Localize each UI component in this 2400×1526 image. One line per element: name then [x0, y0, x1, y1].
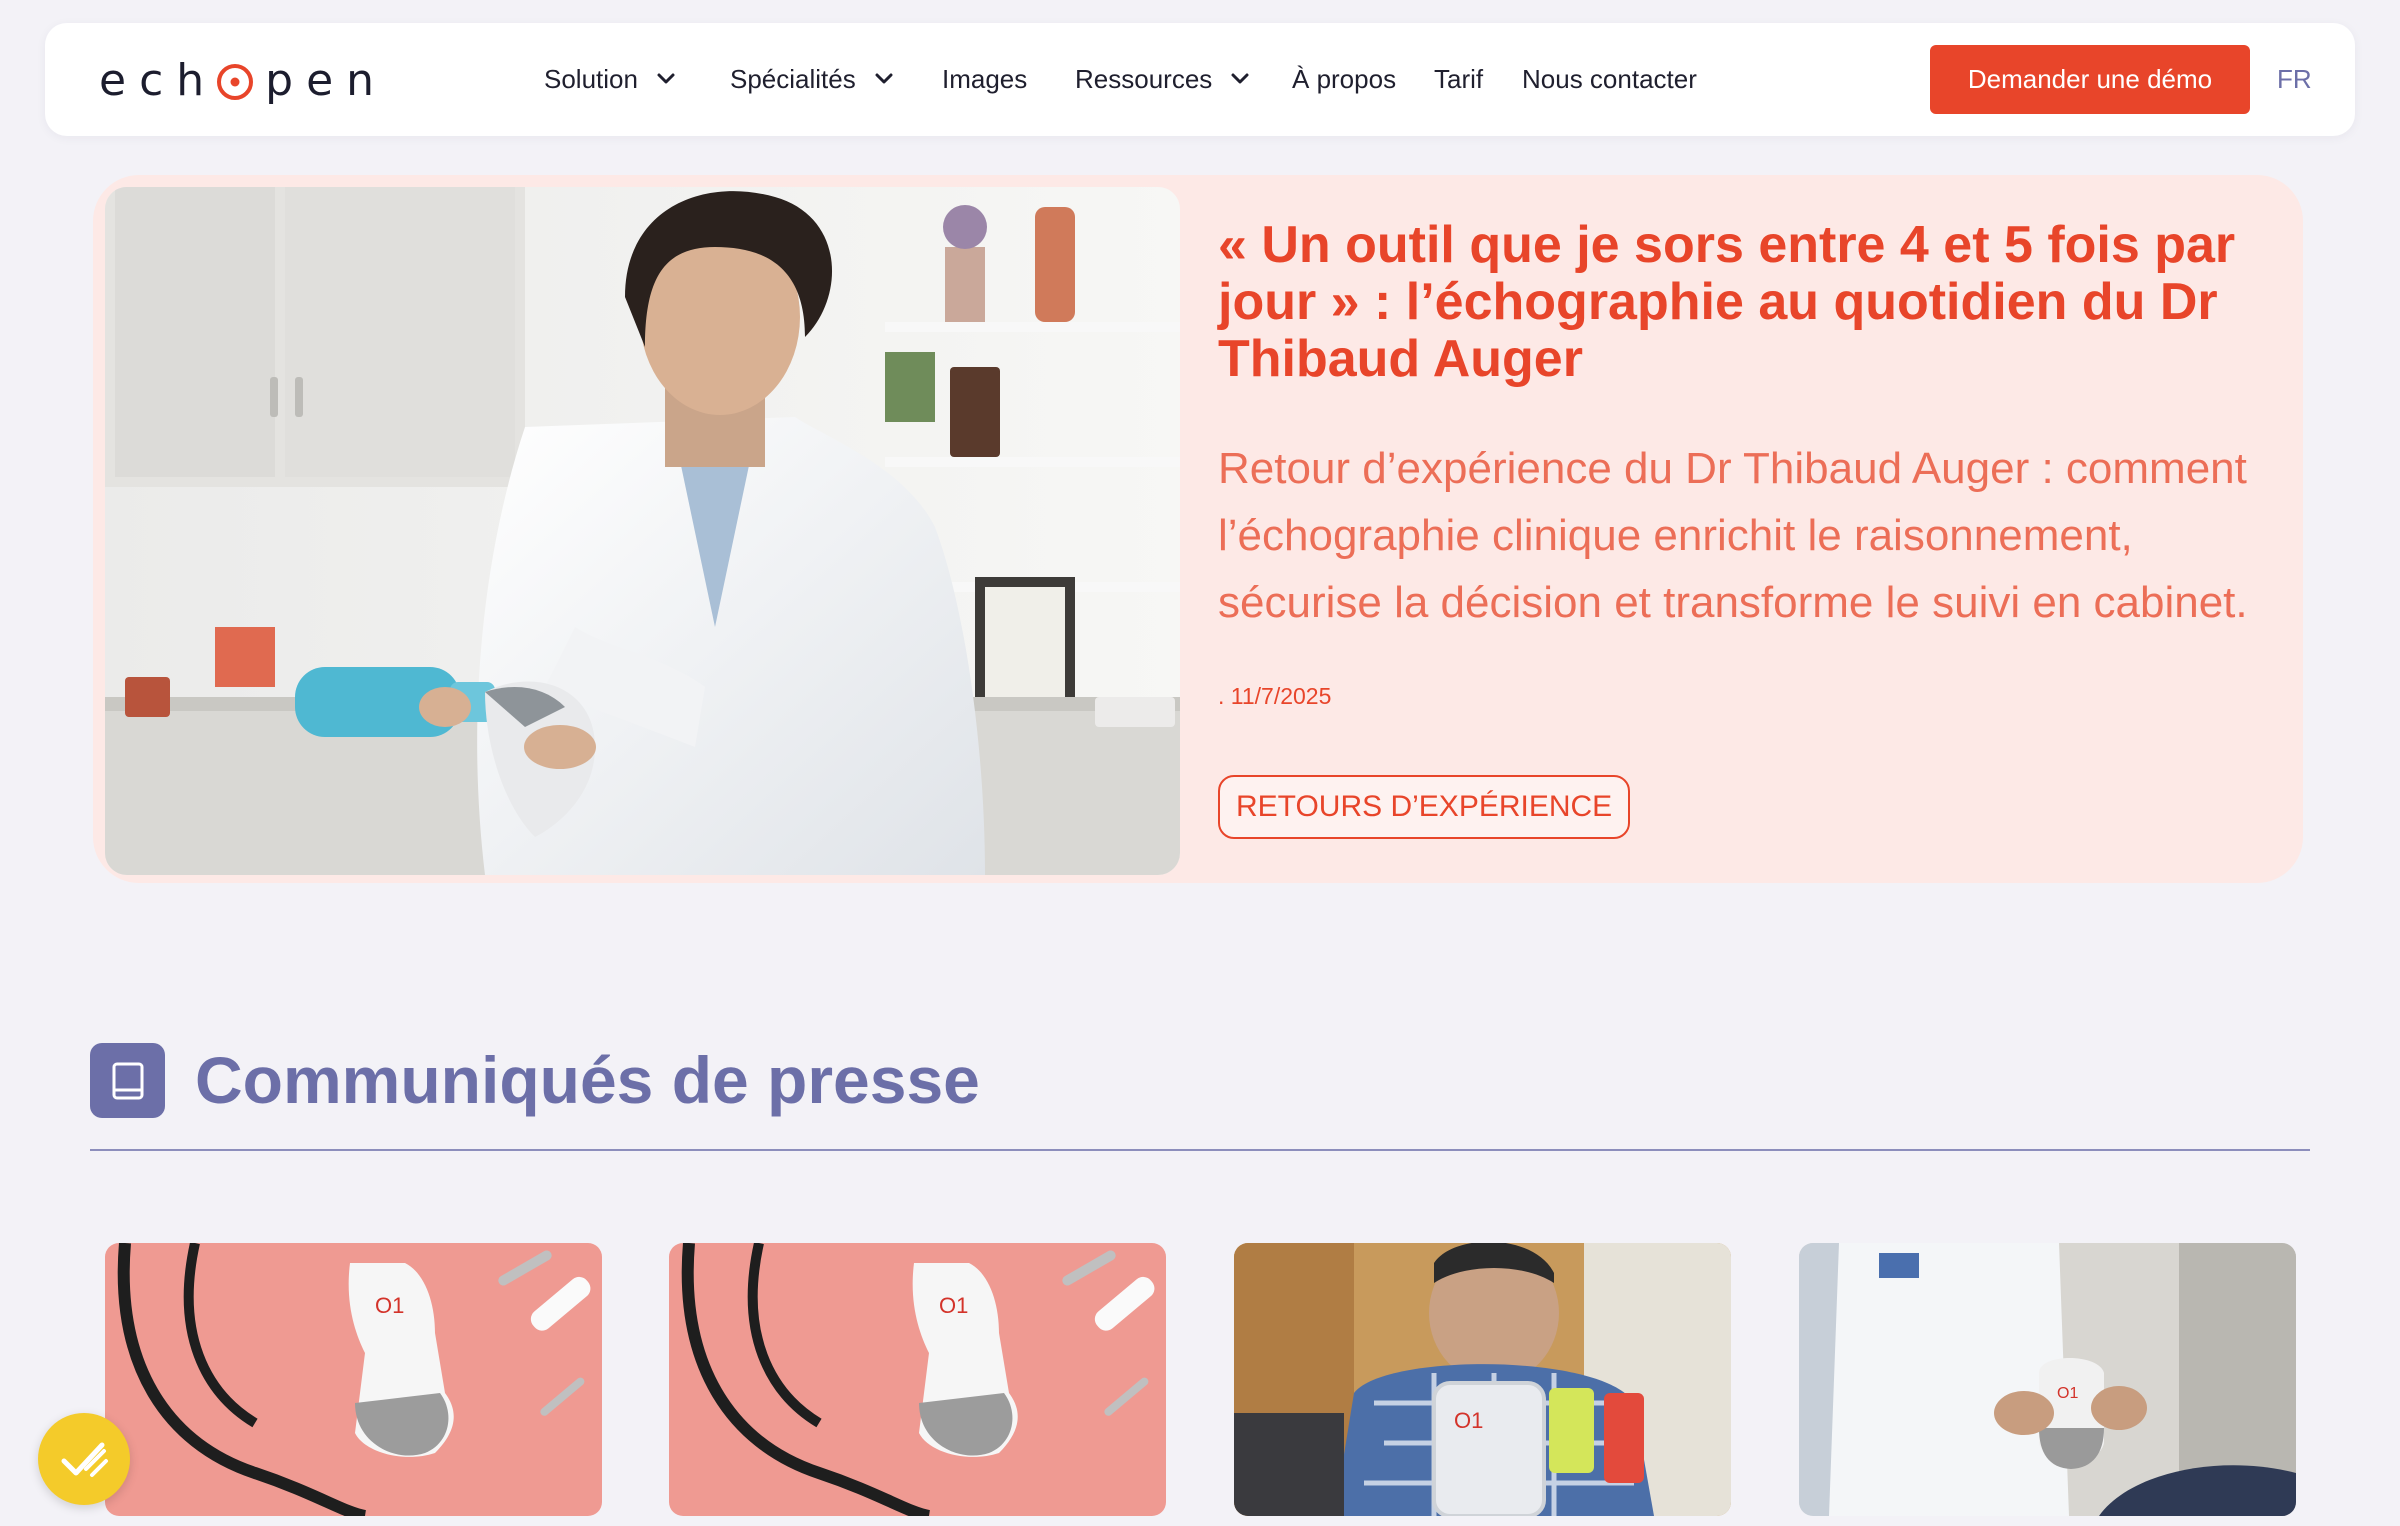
svg-text:O1: O1 [2057, 1385, 2078, 1402]
menu-item-label: Ressources [1075, 63, 1213, 94]
svg-text:O1: O1 [939, 1293, 968, 1318]
book-icon [90, 1043, 165, 1118]
press-release-card[interactable]: O1 [1799, 1243, 2296, 1516]
menu-item-ressources[interactable]: Ressources [1075, 57, 1252, 101]
chevron-down-icon [875, 73, 893, 84]
menu-item-label: Images [942, 63, 1028, 94]
doctor-illustration [105, 187, 1180, 875]
menu-item-specialites[interactable]: Spécialités [730, 57, 896, 101]
menu-item-label: Spécialités [730, 63, 856, 94]
svg-text:O1: O1 [375, 1293, 404, 1318]
chevron-down-icon [657, 73, 675, 84]
top-navigation: ech pen Solution Spécialités Images Ress… [45, 23, 2355, 136]
menu-item-label: Tarif [1434, 63, 1484, 94]
press-release-card[interactable]: O1 [669, 1243, 1166, 1516]
menu-item-tarif[interactable]: Tarif [1434, 57, 1483, 101]
menu-item-solution[interactable]: Solution [544, 57, 678, 101]
menu-item-label: Solution [544, 63, 638, 94]
category-tag[interactable]: RETOURS D’EXPÉRIENCE [1218, 775, 1631, 839]
menu-item-nous-contacter[interactable]: Nous contacter [1522, 57, 1697, 101]
article-date: . 11/7/2025 [1218, 683, 1332, 709]
section-title: Communiqués de presse [195, 1043, 980, 1117]
menu-item-label: À propos [1292, 63, 1397, 94]
request-demo-button[interactable]: Demander une démo [1930, 45, 2250, 114]
checkmark-icon [61, 1442, 108, 1477]
press-release-card[interactable]: O1 [1234, 1243, 1731, 1516]
doctor-holding-probe-image: O1 [1799, 1243, 2296, 1516]
article-title[interactable]: « Un outil que je sors entre 4 et 5 fois… [1218, 217, 2278, 388]
engineer-with-probe-image: O1 [1234, 1243, 1731, 1516]
language-selector[interactable]: FR [2277, 57, 2312, 101]
hero-doctor-photo [105, 187, 1180, 875]
chevron-down-icon [1231, 73, 1249, 84]
svg-text:O1: O1 [1454, 1408, 1483, 1433]
featured-article-card[interactable]: « Un outil que je sors entre 4 et 5 fois… [93, 175, 2303, 883]
menu-item-images[interactable]: Images [942, 57, 1027, 101]
accessibility-badge[interactable] [38, 1413, 130, 1505]
press-release-card[interactable]: O1 [105, 1243, 602, 1516]
section-divider [90, 1149, 2310, 1151]
probe-stethoscope-image: O1 [105, 1243, 602, 1516]
article-summary: Retour d’expérience du Dr Thibaud Auger … [1218, 444, 2248, 627]
menu-item-a-propos[interactable]: À propos [1292, 57, 1396, 101]
menu-item-label: Nous contacter [1522, 63, 1697, 94]
probe-stethoscope-image: O1 [669, 1243, 1166, 1516]
